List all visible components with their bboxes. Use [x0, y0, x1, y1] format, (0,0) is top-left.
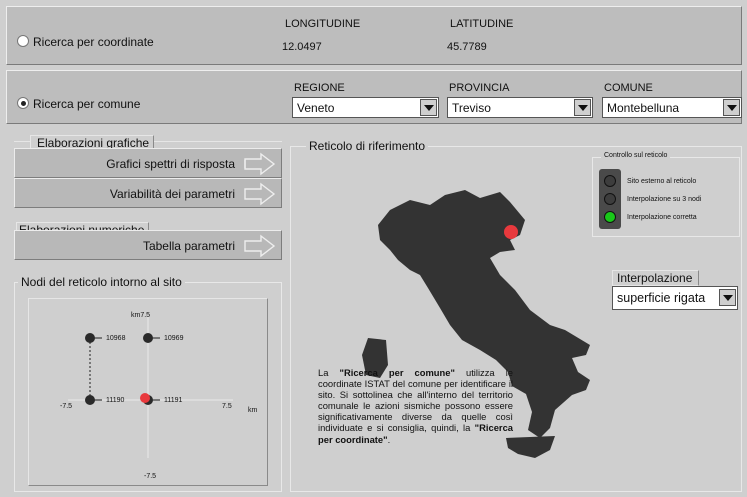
- info-note-text-1: La: [318, 367, 340, 378]
- interpolazione-title: Interpolazione: [612, 270, 700, 286]
- latitude-value: 45.7789: [447, 41, 487, 53]
- grafici-spettri-button[interactable]: Grafici spettri di risposta: [14, 148, 282, 178]
- coord-search-radio[interactable]: [17, 35, 29, 47]
- longitude-header: LONGITUDINE: [285, 18, 361, 30]
- chevron-down-icon[interactable]: [574, 99, 591, 116]
- axis-left-label: -7.5: [60, 403, 73, 410]
- comune-select-value: Montebelluna: [607, 101, 680, 115]
- variabilita-parametri-label: Variabilità dei parametri: [109, 187, 235, 201]
- chevron-down-icon[interactable]: [719, 289, 736, 306]
- site-location-marker: [504, 225, 518, 239]
- led-interpolazione-3-nodi: [604, 193, 616, 205]
- provincia-select-value: Treviso: [452, 101, 491, 115]
- led-sito-esterno: [604, 175, 616, 187]
- variabilita-parametri-button[interactable]: Variabilità dei parametri: [14, 178, 282, 208]
- axis-unit-label: km: [248, 407, 258, 414]
- axis-right-label: 7.5: [222, 403, 232, 410]
- regione-select-value: Veneto: [297, 101, 335, 115]
- regione-header: REGIONE: [294, 82, 345, 94]
- node-lr-label: 11191: [164, 397, 183, 404]
- led-label-2: Interpolazione su 3 nodi: [627, 196, 702, 203]
- coord-search-panel: Ricerca per coordinate LONGITUDINE 12.04…: [6, 6, 742, 65]
- comune-search-label: Ricerca per comune: [33, 97, 141, 111]
- coord-search-label: Ricerca per coordinate: [33, 35, 154, 49]
- axis-bottom-label: -7.5: [144, 473, 157, 480]
- interpolazione-select[interactable]: superficie rigata: [612, 286, 738, 310]
- arrow-right-icon: [244, 182, 276, 206]
- nodi-title: Nodi del reticolo intorno al sito: [18, 275, 185, 289]
- comune-select[interactable]: Montebelluna: [602, 97, 742, 118]
- info-note: La "Ricerca per comune" utilizza le coor…: [318, 367, 513, 445]
- chevron-down-icon[interactable]: [723, 99, 740, 116]
- grafici-spettri-label: Grafici spettri di risposta: [106, 157, 235, 171]
- node-ur-label: 10969: [164, 335, 184, 342]
- info-note-text-3: .: [387, 433, 391, 445]
- provincia-select[interactable]: Treviso: [447, 97, 593, 118]
- interpolazione-select-value: superficie rigata: [617, 291, 706, 305]
- arrow-right-icon: [244, 152, 276, 176]
- tabella-parametri-button[interactable]: Tabella parametri: [14, 230, 282, 260]
- info-note-bold-1: "Ricerca per comune": [339, 367, 455, 378]
- controllo-title: Controllo sul reticolo: [601, 152, 671, 159]
- comune-search-radio[interactable]: [17, 97, 29, 109]
- chevron-down-icon[interactable]: [420, 99, 437, 116]
- node-ur: [143, 333, 153, 343]
- latitude-header: LATITUDINE: [450, 18, 514, 30]
- node-ll: [85, 395, 95, 405]
- site-marker: [140, 393, 150, 403]
- reticolo-title: Reticolo di riferimento: [306, 139, 429, 153]
- comune-search-panel: Ricerca per comune REGIONE Veneto PROVIN…: [6, 70, 742, 124]
- nodi-grid-plot: [68, 316, 233, 458]
- tabella-parametri-label: Tabella parametri: [142, 239, 235, 253]
- provincia-header: PROVINCIA: [449, 82, 510, 94]
- axis-top-label: km7.5: [131, 312, 151, 319]
- node-ul-label: 10968: [106, 335, 126, 342]
- node-ul: [85, 333, 95, 343]
- node-ll-label: 11190: [106, 397, 125, 404]
- arrow-right-icon: [244, 234, 276, 258]
- longitude-value: 12.0497: [282, 41, 322, 53]
- comune-header: COMUNE: [604, 82, 653, 94]
- led-interpolazione-corretta: [604, 211, 616, 223]
- led-label-3: Interpolazione corretta: [627, 214, 697, 221]
- led-label-1: Sito esterno al reticolo: [627, 178, 697, 185]
- regione-select[interactable]: Veneto: [292, 97, 439, 118]
